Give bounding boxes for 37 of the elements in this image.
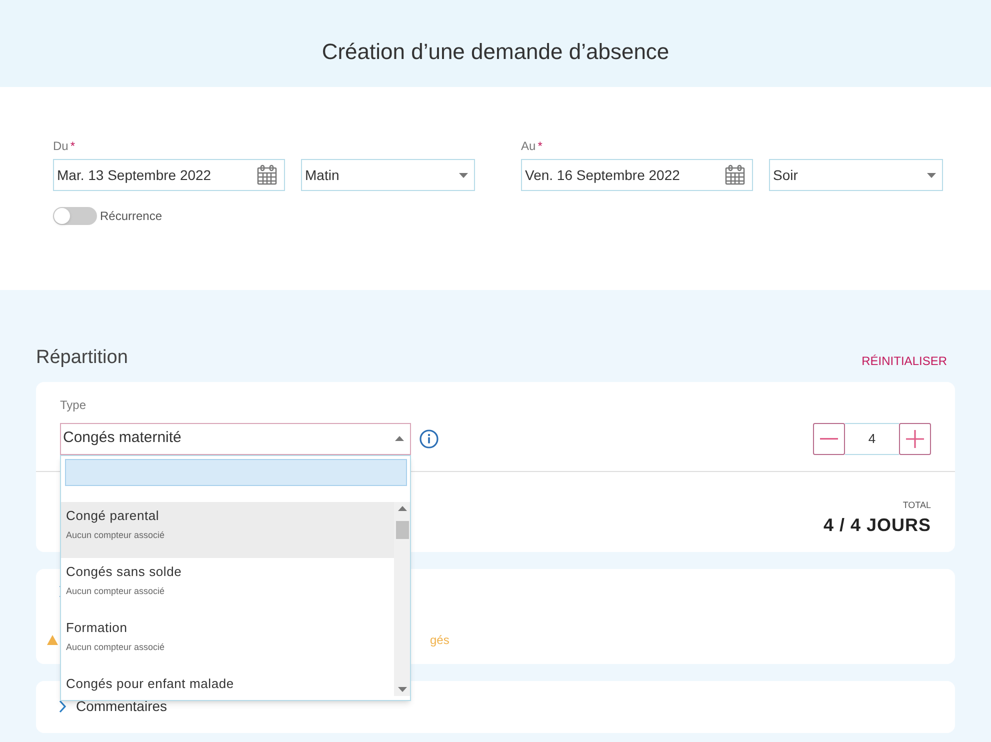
- scrollbar[interactable]: [394, 502, 410, 696]
- total-value: 4 / 4 JOURS: [823, 514, 931, 537]
- dropdown-option[interactable]: Congés sans solde Aucun compteur associé: [61, 558, 394, 614]
- half-day-dropdown[interactable]: Soir: [769, 159, 943, 191]
- reset-link[interactable]: RÉINITIALISER: [862, 352, 947, 370]
- dropdown-option[interactable]: Congé parental Aucun compteur associé: [61, 502, 394, 558]
- minus-icon: [820, 438, 838, 440]
- half-day-dropdown[interactable]: Matin: [301, 159, 475, 191]
- total-label: TOTAL: [902, 498, 931, 512]
- recurrence-label: Récurrence: [100, 208, 162, 225]
- caret-icon: [398, 506, 406, 510]
- date-field[interactable]: Mar. 13 Septembre 2022: [53, 159, 285, 191]
- caret-icon: [398, 686, 406, 692]
- warning-text: gés: [430, 632, 450, 648]
- quantity-field[interactable]: 4: [845, 422, 899, 454]
- caret-icon: [395, 436, 404, 441]
- caret-icon: [927, 172, 936, 178]
- page-title: Création d’une demande d’absence: [322, 38, 670, 66]
- field-label: Type: [60, 396, 88, 414]
- calendar-icon[interactable]: [724, 164, 746, 186]
- decrement-button[interactable]: [813, 422, 845, 454]
- scrollbar-thumb[interactable]: [396, 520, 408, 538]
- search-field[interactable]: [65, 458, 407, 486]
- increment-button[interactable]: [899, 422, 931, 454]
- date-field[interactable]: Ven. 16 Septembre 2022: [521, 159, 753, 191]
- caret-icon: [459, 172, 468, 178]
- required-mark: *: [70, 139, 76, 153]
- warning-icon: [47, 634, 58, 644]
- field-label: Au: [521, 139, 536, 153]
- type-dropdown[interactable]: Congés maternité: [60, 422, 411, 454]
- required-mark: *: [538, 139, 542, 153]
- recurrence-toggle[interactable]: [53, 207, 97, 225]
- section-title: Répartition: [36, 346, 128, 370]
- calendar-icon[interactable]: [256, 164, 278, 186]
- field-label: Du: [53, 139, 68, 153]
- plus-icon: [906, 430, 924, 448]
- info-icon[interactable]: [419, 428, 439, 448]
